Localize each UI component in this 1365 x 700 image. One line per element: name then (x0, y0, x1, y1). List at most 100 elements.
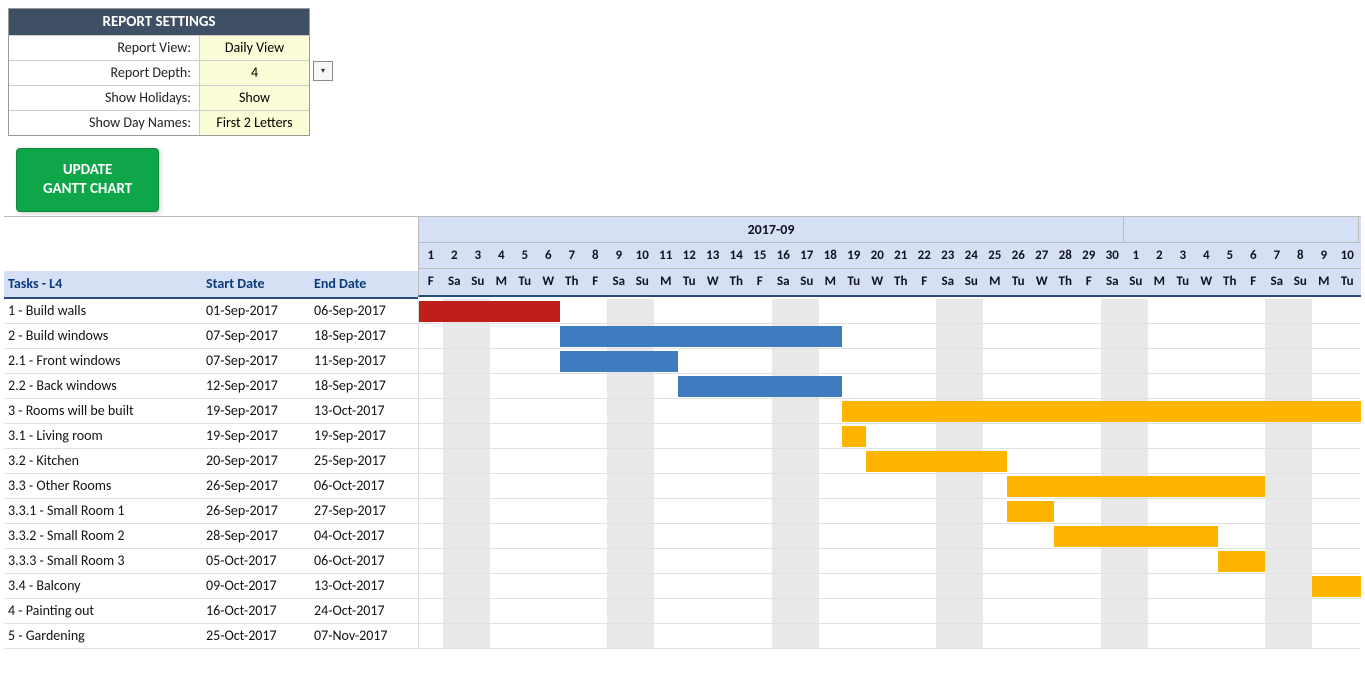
weekend-shade (1265, 624, 1312, 648)
weekend-shade (1101, 599, 1148, 623)
report-view-dropdown-button[interactable]: ▾ (313, 61, 333, 81)
gantt-bar[interactable] (560, 326, 842, 347)
weekend-shade (1265, 549, 1312, 573)
day-number-row: 1234567891011121314151617181920212223242… (418, 243, 1361, 269)
timeline-lane (418, 499, 1361, 523)
start-date: 12-Sep-2017 (202, 377, 310, 394)
timeline-lane (418, 524, 1361, 548)
weekend-shade (1265, 349, 1312, 373)
end-date: 04-Oct-2017 (310, 527, 418, 544)
task-name: 1 - Build walls (4, 302, 202, 319)
start-date: 09-Oct-2017 (202, 577, 310, 594)
day-name-cell: Sa (1101, 269, 1125, 295)
day-number-cell: 14 (725, 243, 749, 268)
update-gantt-chart-button[interactable]: UPDATE GANTT CHART (16, 148, 159, 212)
gantt-bar[interactable] (842, 401, 1361, 422)
gantt-row: 3.3.1 - Small Room 126-Sep-201727-Sep-20… (4, 499, 1361, 524)
timeline-lane (418, 474, 1361, 498)
day-number-cell: 3 (1171, 243, 1195, 268)
weekend-shade (607, 399, 654, 423)
timeline-header: 2017-09 12345678910111213141516171819202… (418, 217, 1361, 299)
day-number-cell: 4 (1195, 243, 1219, 268)
gantt-bar[interactable] (1218, 551, 1265, 572)
settings-value[interactable]: 4 (199, 61, 309, 85)
gantt-bar[interactable] (678, 376, 843, 397)
start-date: 26-Sep-2017 (202, 477, 310, 494)
settings-row: Show Day Names:First 2 Letters (9, 110, 309, 135)
weekend-shade (607, 424, 654, 448)
weekend-shade (443, 449, 490, 473)
update-button-line1: UPDATE (43, 161, 132, 180)
day-number-cell: 1 (419, 243, 443, 268)
timeline-lane (418, 574, 1361, 598)
weekend-shade (1265, 299, 1312, 323)
settings-value[interactable]: First 2 Letters (199, 111, 309, 135)
day-name-cell: Tu (1007, 269, 1031, 295)
day-name-cell: Sa (443, 269, 467, 295)
weekend-shade (1101, 299, 1148, 323)
weekend-shade (772, 499, 819, 523)
task-name: 3 - Rooms will be built (4, 402, 202, 419)
task-name: 3.3.1 - Small Room 1 (4, 502, 202, 519)
start-date: 25-Oct-2017 (202, 627, 310, 644)
weekend-shade (772, 599, 819, 623)
day-name-cell: W (701, 269, 725, 295)
task-name: 2.1 - Front windows (4, 352, 202, 369)
gantt-row: 3.3.3 - Small Room 305-Oct-201706-Oct-20… (4, 549, 1361, 574)
day-name-cell: Su (1289, 269, 1313, 295)
gantt-row: 1 - Build walls01-Sep-201706-Sep-2017 (4, 299, 1361, 324)
month-label: 2017-09 (419, 217, 1124, 242)
weekend-shade (936, 474, 983, 498)
gantt-bar[interactable] (560, 351, 678, 372)
col-header-tasks: Tasks - L4 (4, 275, 202, 292)
day-number-cell: 9 (1312, 243, 1336, 268)
weekend-shade (772, 524, 819, 548)
weekend-shade (1265, 524, 1312, 548)
gantt-bar[interactable] (1054, 526, 1219, 547)
task-name: 3.3.3 - Small Room 3 (4, 552, 202, 569)
day-name-cell: Tu (678, 269, 702, 295)
day-name-cell: F (584, 269, 608, 295)
weekend-shade (607, 524, 654, 548)
weekend-shade (443, 524, 490, 548)
timeline-lane (418, 349, 1361, 373)
task-name: 3.3.2 - Small Room 2 (4, 527, 202, 544)
weekend-shade (1265, 424, 1312, 448)
gantt-left-header: Tasks - L4 Start Date End Date (4, 217, 418, 299)
weekend-shade (1265, 474, 1312, 498)
weekend-shade (443, 499, 490, 523)
settings-value[interactable]: Show (199, 86, 309, 110)
day-number-cell: 9 (607, 243, 631, 268)
weekend-shade (443, 599, 490, 623)
weekend-shade (772, 299, 819, 323)
day-name-cell: Su (466, 269, 490, 295)
gantt-row: 3.4 - Balcony09-Oct-201713-Oct-2017 (4, 574, 1361, 599)
weekend-shade (1101, 624, 1148, 648)
day-name-cell: M (1148, 269, 1172, 295)
update-button-line2: GANTT CHART (43, 180, 132, 199)
task-name: 2.2 - Back windows (4, 377, 202, 394)
day-name-cell: W (1030, 269, 1054, 295)
day-number-cell: 17 (795, 243, 819, 268)
gantt-bar[interactable] (1007, 476, 1266, 497)
settings-rows: Report View:Daily ViewReport Depth:4Show… (9, 35, 309, 135)
timeline-lane (418, 374, 1361, 398)
day-number-cell: 4 (490, 243, 514, 268)
weekend-shade (1101, 449, 1148, 473)
settings-label: Report Depth: (9, 61, 199, 85)
gantt-bar[interactable] (866, 451, 1007, 472)
gantt-bar[interactable] (419, 301, 560, 322)
gantt-bar[interactable] (1312, 576, 1361, 597)
settings-value[interactable]: Daily View (199, 36, 309, 60)
day-name-cell: Th (1054, 269, 1078, 295)
day-name-cell: Tu (513, 269, 537, 295)
timeline-lane (418, 424, 1361, 448)
start-date: 07-Sep-2017 (202, 352, 310, 369)
timeline-lane (418, 624, 1361, 648)
gantt-row: 3.1 - Living room19-Sep-201719-Sep-2017 (4, 424, 1361, 449)
gantt-bar[interactable] (842, 426, 866, 447)
weekend-shade (1265, 574, 1312, 598)
day-name-cell: Sa (607, 269, 631, 295)
weekend-shade (1101, 499, 1148, 523)
gantt-bar[interactable] (1007, 501, 1054, 522)
